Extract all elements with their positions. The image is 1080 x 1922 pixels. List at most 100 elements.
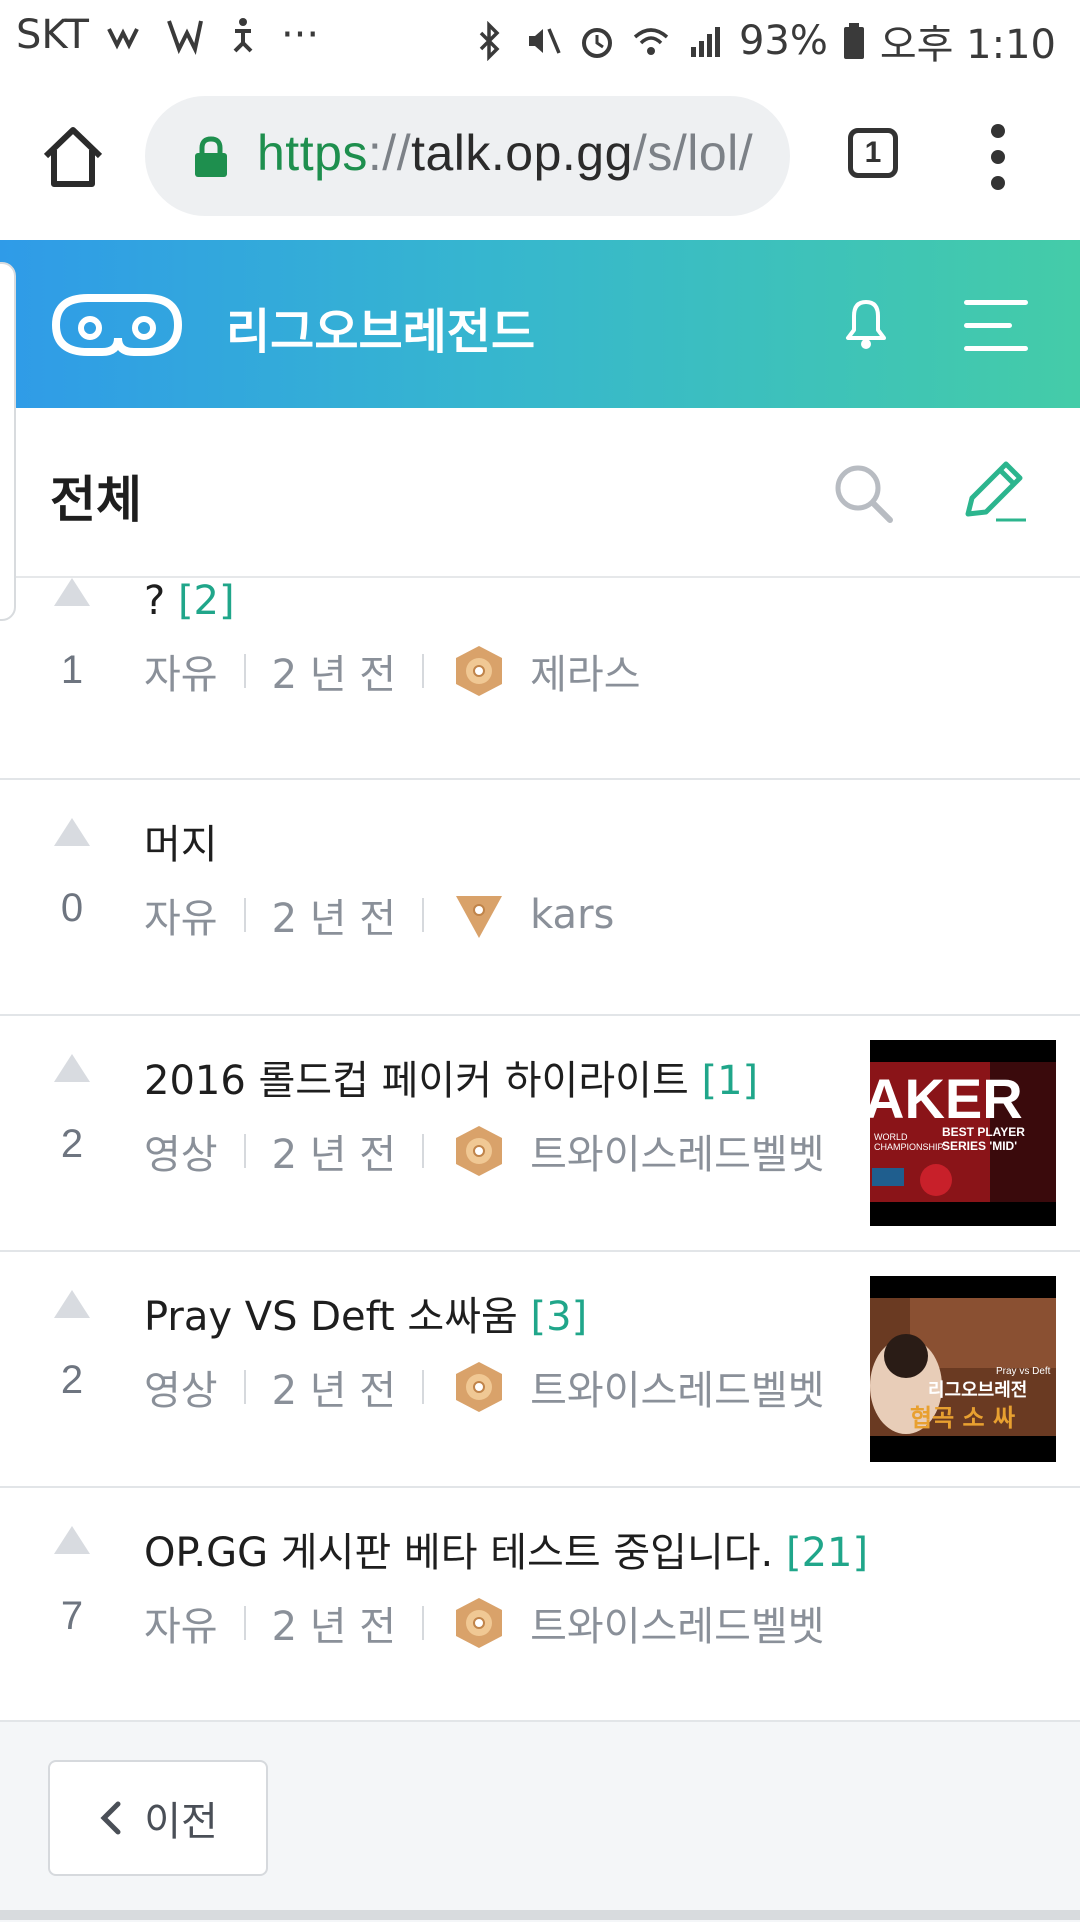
divider <box>422 654 425 688</box>
video-thumbnail[interactable]: AKER BEST PLAYER SERIES 'MID' WORLD CHAM… <box>870 1040 1056 1226</box>
post-title-text: OP.GG 게시판 베타 테스트 중입니다. <box>144 1530 774 1576</box>
post-title-text: 2016 롤드컵 페이커 하이라이트 <box>144 1058 689 1104</box>
post-category: 자유 <box>144 896 218 942</box>
app-title[interactable]: 리그오브레전드 <box>226 292 535 362</box>
upvote-arrow-icon[interactable] <box>54 1290 90 1318</box>
thumb-sub: BEST PLAYER <box>942 1125 1025 1139</box>
url-text: https://talk.op.gg/s/lol/ <box>257 124 753 182</box>
post-meta: 영상 2 년 전 트와이스레드벨벳 <box>144 1358 825 1416</box>
post-category: 자유 <box>144 652 218 698</box>
divider <box>243 1370 246 1404</box>
bluetooth-icon <box>479 21 500 61</box>
comment-count: [2] <box>177 578 235 624</box>
thumb-sub: 리그오브레전 <box>928 1380 1027 1401</box>
post-category: 영상 <box>144 1368 218 1414</box>
battery-percent: 93% <box>738 18 828 64</box>
upvote-arrow-icon[interactable] <box>54 1054 90 1082</box>
list-item[interactable]: 0 머지 자유 2 년 전 kars <box>0 778 1080 1014</box>
url-separator: :// <box>367 125 412 181</box>
post-title[interactable]: OP.GG 게시판 베타 테스트 중입니다. [21] <box>144 1520 868 1578</box>
vote-count: 1 <box>60 648 84 692</box>
upvote-arrow-icon[interactable] <box>54 578 90 606</box>
post-time: 2 년 전 <box>271 1604 397 1650</box>
thumb-sub: CHAMPIONSHIP <box>874 1142 944 1152</box>
post-title-text: Pray VS Deft 소싸움 <box>144 1294 518 1340</box>
divider <box>243 1606 246 1640</box>
vote-count: 0 <box>60 886 84 930</box>
triangle-bronze-badge-icon <box>456 896 503 938</box>
wave-signal-icon <box>107 28 139 50</box>
thumbnail-image: AKER BEST PLAYER SERIES 'MID' WORLD CHAM… <box>870 1040 1056 1226</box>
post-author[interactable]: 트와이스레드벨벳 <box>530 1358 824 1416</box>
post-category: 자유 <box>144 1604 218 1650</box>
hexagon-bronze-badge-icon <box>456 1126 503 1176</box>
lock-icon <box>195 136 227 177</box>
url-scheme: https <box>257 125 368 181</box>
home-icon[interactable] <box>38 122 108 192</box>
hexagon-bronze-badge-icon <box>456 1362 503 1412</box>
post-meta: 자유 2 년 전 kars <box>144 886 614 944</box>
comment-count: [21] <box>785 1530 869 1576</box>
comment-count: [3] <box>530 1294 588 1340</box>
hamburger-menu-icon[interactable] <box>964 300 1028 351</box>
post-title[interactable]: Pray VS Deft 소싸움 [3] <box>144 1284 587 1342</box>
vote-box: 2 <box>46 1290 98 1403</box>
overflow-menu-icon[interactable] <box>984 124 1012 194</box>
post-time: 2 년 전 <box>271 1368 397 1414</box>
list-item[interactable]: 2 Pray VS Deft 소싸움 [3] 영상 2 년 전 트와이스레드벨벳 <box>0 1250 1080 1486</box>
notification-bell-icon[interactable] <box>838 294 894 354</box>
board-header: 전체 <box>0 408 1080 578</box>
vote-count: 2 <box>60 1122 84 1166</box>
upvote-arrow-icon[interactable] <box>54 1526 90 1554</box>
post-title[interactable]: 머지 <box>144 812 218 870</box>
list-item[interactable]: 2 2016 롤드컵 페이커 하이라이트 [1] 영상 2 년 전 트와이스레드… <box>0 1014 1080 1250</box>
browser-toolbar: https://talk.op.gg/s/lol/ 1 <box>0 72 1080 240</box>
comment-count: [1] <box>701 1058 759 1104</box>
wifi-icon <box>633 28 669 55</box>
post-title[interactable]: 2016 롤드컵 페이커 하이라이트 [1] <box>144 1048 758 1106</box>
carrier-label: SKT <box>16 12 89 58</box>
clock: 오후 1:10 <box>879 22 1056 68</box>
vote-box: 2 <box>46 1054 98 1167</box>
thumb-sub: Pray vs Deft <box>996 1366 1051 1377</box>
divider <box>243 654 246 688</box>
bottom-edge <box>0 1910 1080 1920</box>
cell-signal-icon <box>690 27 720 57</box>
write-post-icon[interactable] <box>960 456 1030 526</box>
post-category: 영상 <box>144 1132 218 1178</box>
post-author[interactable]: 제라스 <box>530 642 640 700</box>
vote-box: 0 <box>46 818 98 931</box>
vote-count: 7 <box>60 1594 84 1638</box>
vote-box: 7 <box>46 1526 98 1639</box>
divider <box>243 1134 246 1168</box>
video-thumbnail[interactable]: Pray vs Deft 리그오브레전 협곡 소 싸 <box>870 1276 1056 1462</box>
post-title-text: 머지 <box>144 822 218 868</box>
vote-count: 2 <box>60 1358 84 1402</box>
post-author[interactable]: 트와이스레드벨벳 <box>530 1122 824 1180</box>
voltage-icon <box>167 20 203 55</box>
post-time: 2 년 전 <box>271 652 397 698</box>
address-bar[interactable]: https://talk.op.gg/s/lol/ <box>145 96 790 216</box>
accessibility-icon <box>233 18 253 53</box>
list-item[interactable]: 7 OP.GG 게시판 베타 테스트 중입니다. [21] 자유 2 년 전 트… <box>0 1486 1080 1722</box>
post-author[interactable]: kars <box>530 892 614 938</box>
divider <box>243 898 246 932</box>
hexagon-bronze-badge-icon <box>456 646 503 696</box>
upvote-arrow-icon[interactable] <box>54 818 90 846</box>
opgg-logo-icon[interactable] <box>48 290 186 360</box>
hexagon-bronze-badge-icon <box>456 1598 503 1648</box>
url-host: talk.op.gg <box>411 125 633 181</box>
search-icon[interactable] <box>832 462 894 524</box>
status-bar: SKT ··· 93% 오후 1:10 <box>0 0 1080 72</box>
app-header: 리그오브레전드 <box>0 240 1080 408</box>
previous-page-button[interactable]: 이전 <box>48 1760 268 1876</box>
list-item[interactable]: 1 ? [2] 자유 2 년 전 제라스 <box>0 578 1080 778</box>
side-drawer-handle[interactable] <box>0 262 16 621</box>
post-title[interactable]: ? [2] <box>144 578 235 624</box>
thumb-title: AKER <box>870 1067 1023 1130</box>
pagination-footer: 이전 <box>0 1720 1080 1922</box>
board-title: 전체 <box>50 471 142 529</box>
post-author[interactable]: 트와이스레드벨벳 <box>530 1594 824 1652</box>
url-path: /s/lol/ <box>632 125 754 181</box>
tab-switcher-button[interactable]: 1 <box>848 128 898 178</box>
